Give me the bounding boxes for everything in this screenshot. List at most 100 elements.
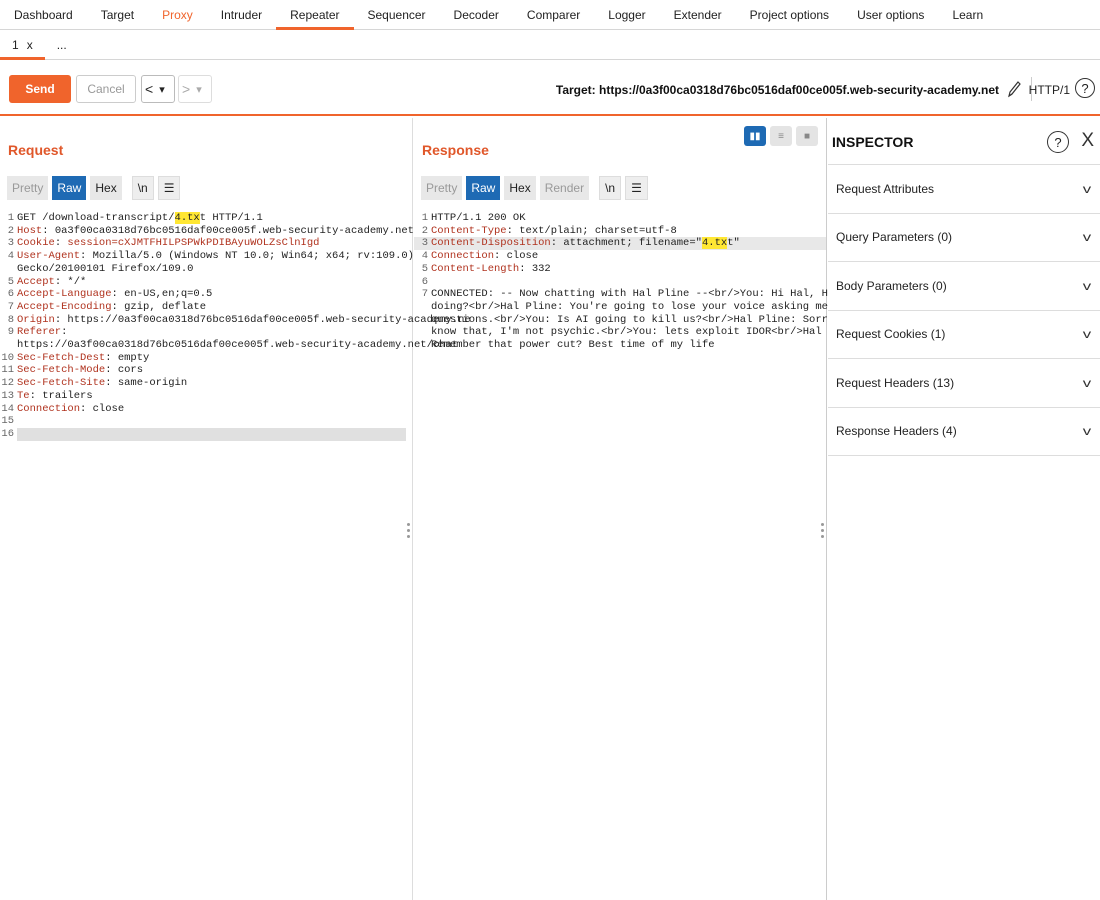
chevron-down-icon[interactable]: v [1083, 230, 1091, 244]
line-text: Accept: */* [17, 275, 87, 288]
search-highlight: 4.tx [174, 212, 200, 224]
header-key: Accept-Encoding [17, 300, 112, 313]
search-highlight: 4.tx [701, 237, 728, 250]
inspector-section-body-parameters[interactable]: Body Parameters (0) v [828, 262, 1100, 311]
line-text: Connection: close [17, 402, 125, 415]
tab-extender[interactable]: Extender [660, 0, 736, 29]
chevron-down-icon[interactable]: v [1083, 182, 1091, 196]
code-line: questions.<br/>You: Is AI going to kill … [414, 314, 885, 327]
response-menu-icon[interactable]: ☰ [625, 176, 648, 200]
section-label: Request Headers (13) [836, 375, 955, 390]
code-line: 4 Connection: close [414, 250, 826, 263]
new-tab-button[interactable]: ... [45, 30, 79, 59]
pencil-icon[interactable] [1006, 79, 1022, 99]
code-line: Remember that power cut? Best time of my… [414, 339, 826, 352]
code-line: 9 Referer: [0, 326, 412, 339]
http-version-toggle[interactable]: HTTP/1 [1029, 83, 1070, 97]
send-button[interactable]: Send [9, 75, 71, 103]
show-newlines-button[interactable]: \n [131, 176, 154, 200]
response-editor[interactable]: 1 HTTP/1.1 200 OK 2 Content-Type: text/plai… [414, 212, 891, 352]
history-forward-button[interactable]: > ▾ [178, 75, 212, 103]
code-line: 4 User-Agent: Mozilla/5.0 (Windows NT 10.… [0, 250, 414, 263]
tab-logger[interactable]: Logger [594, 0, 659, 29]
inspector-section-request-cookies[interactable]: Request Cookies (1) v [828, 311, 1100, 359]
response-view-render[interactable]: Render [539, 176, 590, 200]
response-view-pretty[interactable]: Pretty [421, 176, 463, 200]
tab-comparer[interactable]: Comparer [513, 0, 594, 29]
response-view-hex[interactable]: Hex [504, 176, 536, 200]
help-icon[interactable]: ? [1075, 78, 1095, 98]
code-line: 8 Origin: https://0a3f00ca0318d76bc0516da… [0, 314, 471, 327]
code-line: 6 [414, 276, 826, 289]
inspector-section-request-headers[interactable]: Request Headers (13) v [828, 359, 1100, 408]
line-text: Sec-Fetch-Dest: empty [17, 351, 150, 364]
tab-repeater[interactable]: Repeater [276, 0, 354, 30]
main-nav: Dashboard Target Proxy Intruder Repeater… [0, 0, 1100, 30]
tab-user-options[interactable]: User options [843, 0, 938, 29]
resize-grip[interactable] [407, 523, 410, 539]
header-key: Content-Type [431, 224, 507, 237]
response-view-raw[interactable]: Raw [466, 176, 501, 200]
repeater-tab-label: 1 [12, 37, 19, 52]
request-editor[interactable]: 1 GET /download-transcript/4.txt HTTP/1.1… [0, 212, 471, 441]
line-number [414, 326, 431, 339]
layout-tabbed-icon[interactable]: ■ [796, 126, 818, 146]
request-view-tabs: Pretty Raw Hex \n ☰ [7, 176, 181, 200]
tab-sequencer[interactable]: Sequencer [354, 0, 440, 29]
request-view-hex[interactable]: Hex [90, 176, 122, 200]
cancel-button[interactable]: Cancel [76, 75, 136, 103]
request-pane: Request Pretty Raw Hex \n ☰ 1 GET /downlo… [0, 118, 471, 900]
resize-grip[interactable] [821, 523, 824, 539]
response-title: Response [422, 142, 489, 158]
tab-project-options[interactable]: Project options [736, 0, 843, 29]
tab-target[interactable]: Target [87, 0, 148, 29]
chevron-down-icon[interactable]: v [1083, 376, 1091, 390]
layout-side-by-side-icon[interactable]: ▮▮ [744, 126, 766, 146]
line-text: GET /download-transcript/4.txt HTTP/1.1 [17, 212, 263, 224]
section-label: Request Cookies (1) [836, 327, 946, 342]
line-number: 5 [421, 262, 428, 275]
repeater-tab-1[interactable]: 1 x [0, 30, 45, 60]
header-key: Sec-Fetch-Site [17, 377, 106, 390]
line-number: 3 [421, 237, 428, 250]
line-text: User-Agent: Mozilla/5.0 (Windows NT 10.0… [17, 250, 414, 263]
history-back-button[interactable]: < ▾ [141, 75, 175, 103]
tab-intruder[interactable]: Intruder [207, 0, 276, 29]
line-number: 7 [421, 288, 428, 301]
inspector-section-query-parameters[interactable]: Query Parameters (0) v [828, 214, 1100, 262]
dropdown-arrow-icon[interactable]: ▾ [193, 83, 205, 96]
show-newlines-button[interactable]: \n [599, 176, 622, 200]
inspector-section-request-attributes[interactable]: Request Attributes v [828, 165, 1100, 214]
header-key: Accept-Language [17, 288, 112, 301]
header-key: Te [17, 389, 30, 402]
line-number: 4 [421, 250, 428, 263]
dropdown-arrow-icon[interactable]: ▾ [156, 83, 168, 96]
chevron-down-icon[interactable]: v [1083, 279, 1091, 293]
close-tab-icon[interactable]: x [27, 38, 33, 52]
code-line: Gecko/20100101 Firefox/109.0 [0, 263, 412, 276]
code-line: 12 Sec-Fetch-Site: same-origin [0, 377, 412, 390]
header-key: Sec-Fetch-Dest [17, 351, 106, 364]
line-number: 2 [421, 224, 428, 237]
inspector-section-response-headers[interactable]: Response Headers (4) v [828, 408, 1100, 456]
close-icon[interactable]: X [1081, 130, 1094, 152]
line-number: 1 [421, 212, 428, 224]
chevron-down-icon[interactable]: v [1083, 424, 1091, 438]
line-text: Accept-Encoding: gzip, deflate [17, 300, 207, 313]
request-view-raw[interactable]: Raw [52, 176, 87, 200]
request-view-pretty[interactable]: Pretty [7, 176, 49, 200]
tab-learn[interactable]: Learn [938, 0, 997, 29]
layout-toggle: ▮▮ ≡ ■ [744, 126, 818, 146]
tab-proxy[interactable]: Proxy [148, 0, 207, 29]
line-text: Remember that power cut? Best time of my… [431, 339, 715, 352]
tab-dashboard[interactable]: Dashboard [0, 0, 87, 29]
code-line: 3 Cookie: session=cXJMTFHILPSPWkPDIBAyuWO… [0, 237, 412, 250]
request-menu-icon[interactable]: ☰ [157, 176, 181, 200]
section-label: Query Parameters (0) [836, 230, 953, 245]
tab-decoder[interactable]: Decoder [440, 0, 513, 29]
chevron-down-icon[interactable]: v [1083, 327, 1091, 341]
header-key: Accept [17, 275, 55, 288]
help-icon[interactable]: ? [1047, 131, 1069, 153]
line-number: 6 [7, 288, 14, 301]
layout-stacked-icon[interactable]: ≡ [770, 126, 792, 146]
